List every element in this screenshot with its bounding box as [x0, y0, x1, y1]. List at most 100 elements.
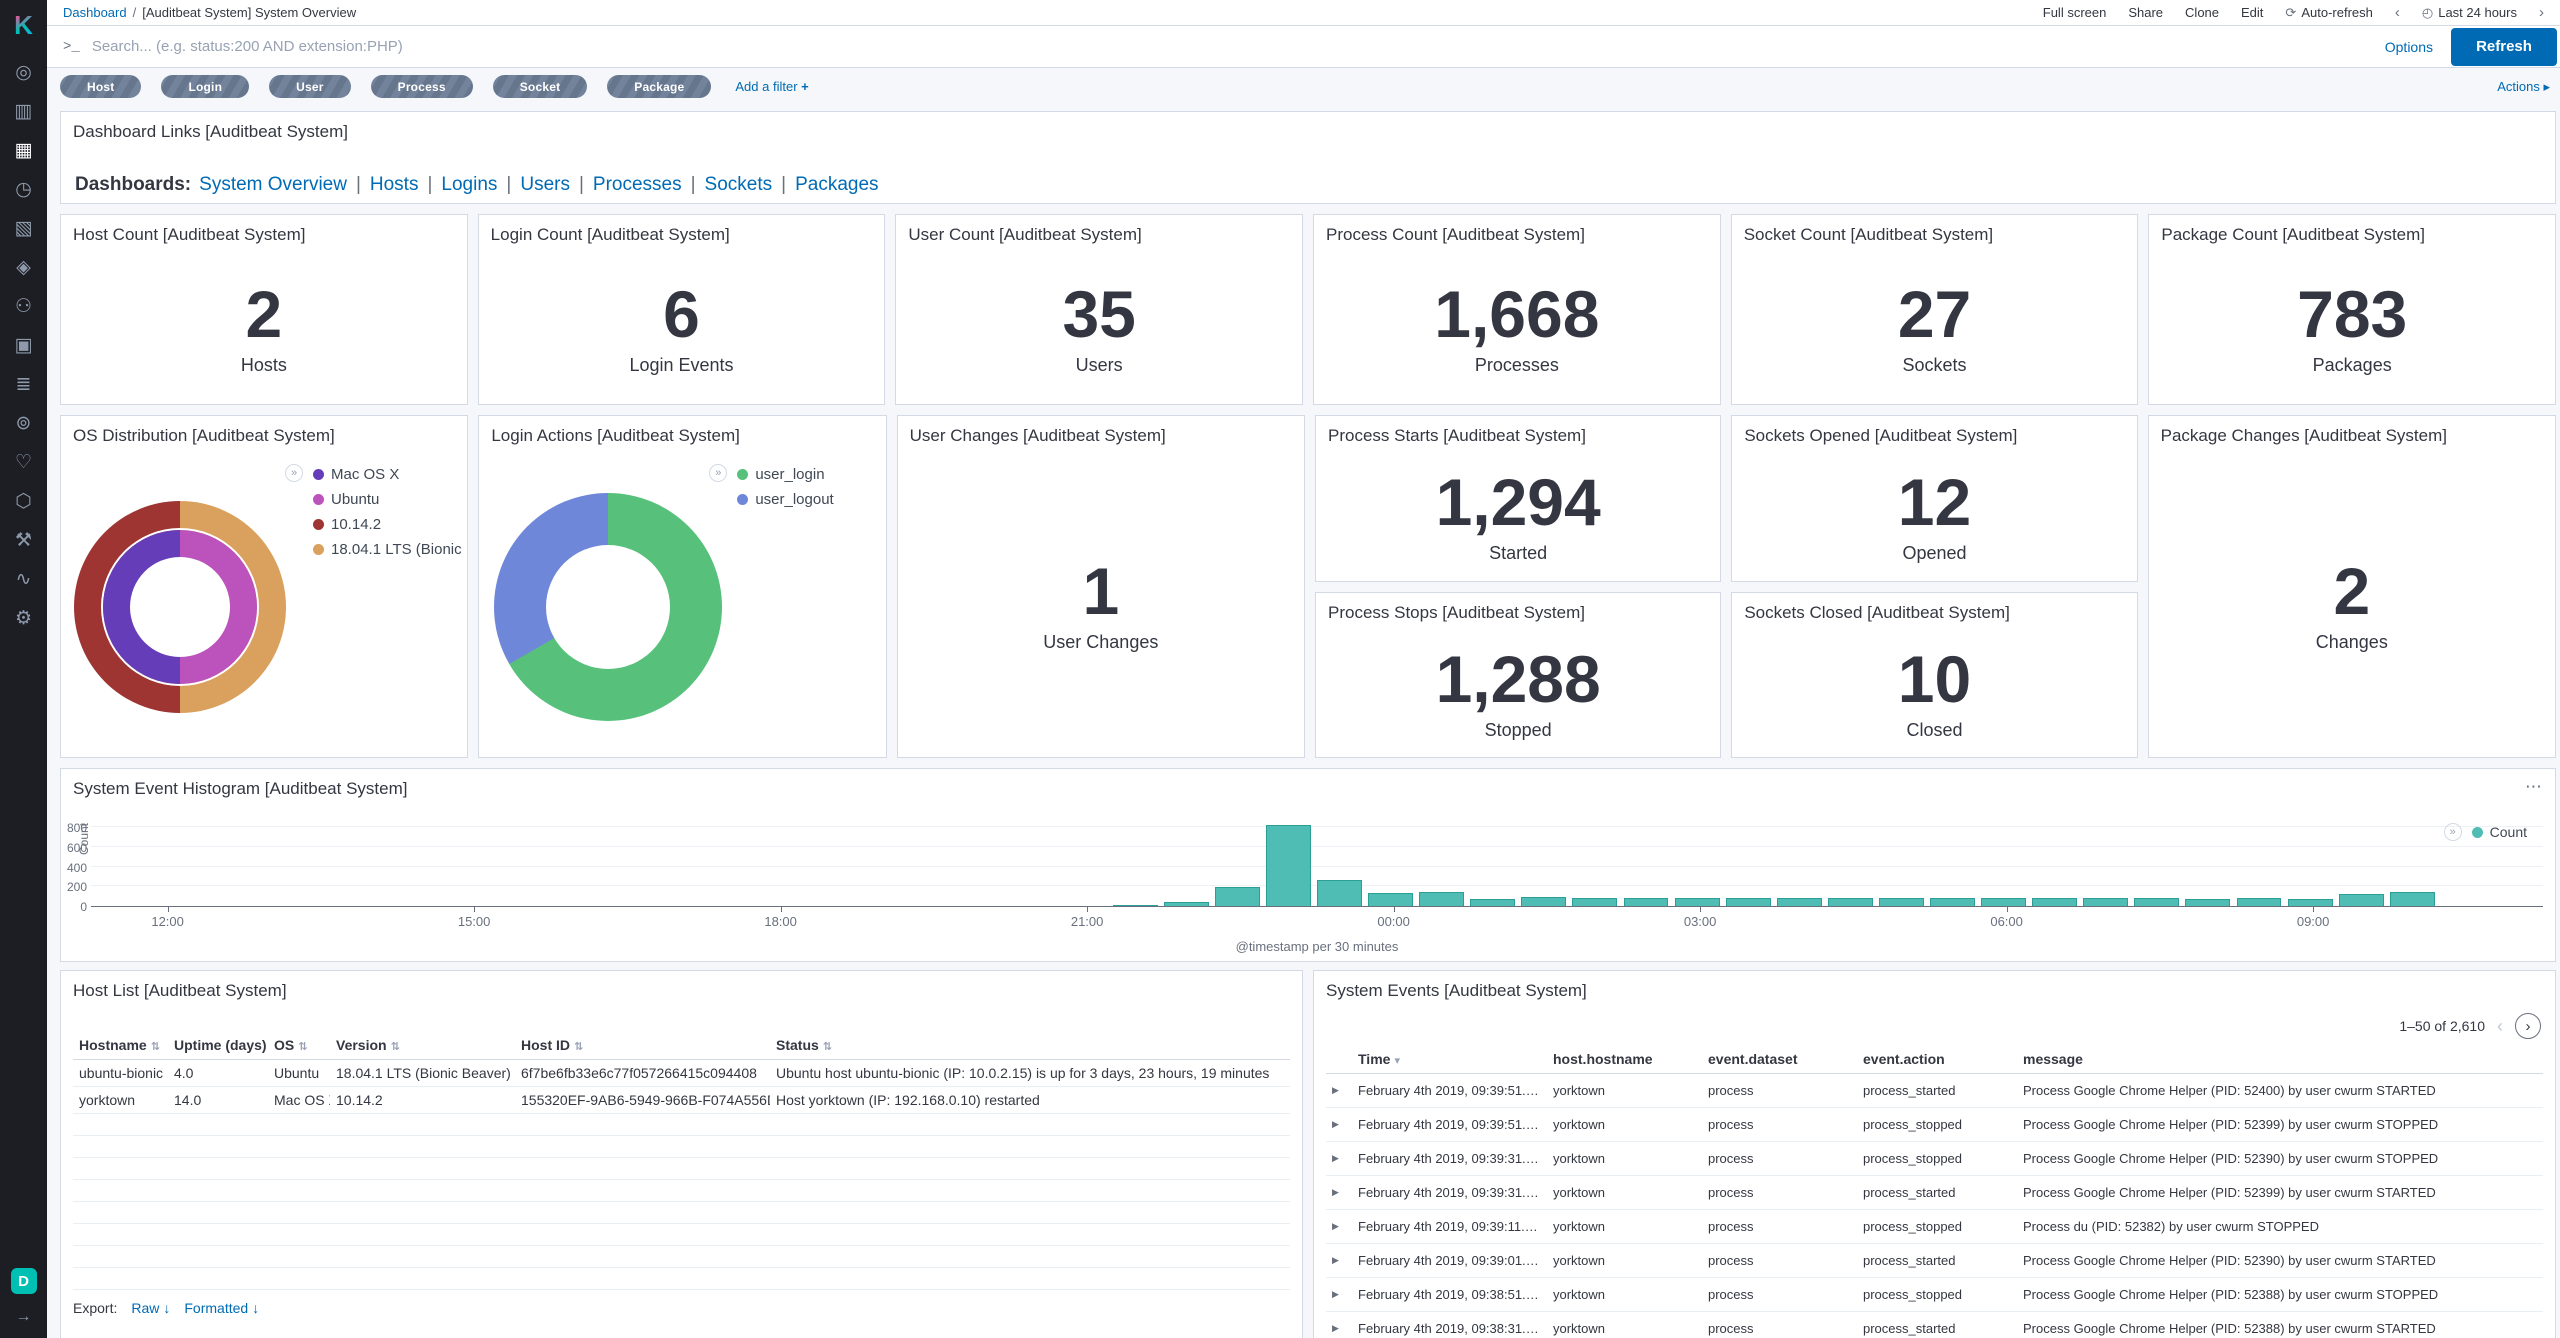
table-row[interactable]: ▶February 4th 2019, 09:39:11.198yorktown…: [1326, 1210, 2543, 1244]
histogram-bar[interactable]: [1470, 899, 1515, 906]
histogram-bar[interactable]: [1572, 898, 1617, 906]
sidebar-item-timelion-icon[interactable]: ◷: [0, 170, 47, 209]
auto-refresh-button[interactable]: ⟳ Auto-refresh: [2285, 5, 2372, 21]
expand-row-button[interactable]: ▶: [1326, 1176, 1352, 1210]
column-header-version[interactable]: Version⇅: [330, 1033, 515, 1060]
space-avatar[interactable]: D: [11, 1268, 37, 1294]
breadcrumb-dashboard[interactable]: Dashboard: [63, 5, 127, 20]
histogram-bar[interactable]: [1215, 887, 1260, 906]
histogram-bar[interactable]: [2032, 898, 2077, 906]
expand-row-button[interactable]: ▶: [1326, 1108, 1352, 1142]
filter-pill-login[interactable]: Login: [161, 75, 249, 98]
column-header-hostname[interactable]: Hostname⇅: [73, 1033, 168, 1060]
sidebar-item-visualize-icon[interactable]: ▥: [0, 92, 47, 131]
table-row[interactable]: ubuntu-bionic4.0Ubuntu18.04.1 LTS (Bioni…: [73, 1060, 1290, 1087]
table-row[interactable]: ▶February 4th 2019, 09:39:51.199yorktown…: [1326, 1074, 2543, 1108]
sidebar-item-uptime-icon[interactable]: ♡: [0, 443, 47, 482]
legend-toggle-icon[interactable]: »: [285, 464, 303, 482]
expand-row-button[interactable]: ▶: [1326, 1142, 1352, 1176]
histogram-bar[interactable]: [1675, 898, 1720, 906]
histogram-bar[interactable]: [1266, 825, 1311, 906]
legend-item[interactable]: 10.14.2: [313, 516, 463, 533]
table-row[interactable]: ▶February 4th 2019, 09:39:31.199yorktown…: [1326, 1142, 2543, 1176]
histogram-bar[interactable]: [1879, 898, 1924, 906]
histogram-bar[interactable]: [1368, 893, 1413, 906]
panel-menu-icon[interactable]: ⋯: [2525, 777, 2543, 797]
table-row[interactable]: ▶February 4th 2019, 09:38:51.197yorktown…: [1326, 1278, 2543, 1312]
dashboard-link-processes[interactable]: Processes: [593, 174, 682, 195]
column-header-os[interactable]: OS⇅: [268, 1033, 330, 1060]
share-button[interactable]: Share: [2128, 5, 2163, 20]
histogram-bar[interactable]: [1828, 898, 1873, 906]
histogram-bar[interactable]: [2185, 899, 2230, 906]
dashboard-link-sockets[interactable]: Sockets: [705, 174, 773, 195]
histogram-bar[interactable]: [1726, 898, 1771, 906]
clone-button[interactable]: Clone: [2185, 5, 2219, 20]
histogram-bar[interactable]: [2390, 892, 2435, 906]
sidebar-item-discover-icon[interactable]: ◎: [0, 53, 47, 92]
sidebar-item-apm-icon[interactable]: ⊚: [0, 404, 47, 443]
page-next-button[interactable]: ›: [2515, 1013, 2541, 1039]
time-range-button[interactable]: ◴ Last 24 hours: [2422, 5, 2517, 21]
histogram-bar[interactable]: [1777, 898, 1822, 906]
expand-row-button[interactable]: ▶: [1326, 1210, 1352, 1244]
column-header-event-action[interactable]: event.action: [1857, 1047, 2017, 1074]
table-row[interactable]: ▶February 4th 2019, 09:39:01.196yorktown…: [1326, 1244, 2543, 1278]
sidebar-item-machine-learning-icon[interactable]: ⚇: [0, 287, 47, 326]
legend-item[interactable]: Count: [2472, 824, 2527, 840]
kibana-logo[interactable]: K: [14, 10, 33, 41]
dashboard-link-users[interactable]: Users: [520, 174, 570, 195]
table-row[interactable]: ▶February 4th 2019, 09:38:31.195yorktown…: [1326, 1312, 2543, 1338]
histogram-bar[interactable]: [2134, 898, 2179, 906]
column-header-host-hostname[interactable]: host.hostname: [1547, 1047, 1702, 1074]
table-row[interactable]: ▶February 4th 2019, 09:39:31.199yorktown…: [1326, 1176, 2543, 1210]
dashboard-link-packages[interactable]: Packages: [795, 174, 878, 195]
filter-pill-user[interactable]: User: [269, 75, 350, 98]
legend-item[interactable]: user_login: [737, 466, 833, 483]
filter-actions-button[interactable]: Actions ▸: [2497, 79, 2550, 95]
refresh-button[interactable]: Refresh: [2451, 28, 2557, 66]
histogram-bar[interactable]: [1317, 880, 1362, 906]
sidebar-item-monitoring-icon[interactable]: ∿: [0, 560, 47, 599]
time-forward-button[interactable]: ›: [2539, 4, 2544, 21]
filter-pill-host[interactable]: Host: [60, 75, 141, 98]
legend-item[interactable]: Ubuntu: [313, 491, 463, 508]
legend-item[interactable]: Mac OS X: [313, 466, 463, 483]
search-input[interactable]: [92, 38, 2385, 55]
dashboard-link-logins[interactable]: Logins: [441, 174, 497, 195]
histogram-bar[interactable]: [1624, 898, 1669, 906]
column-header-message[interactable]: message: [2017, 1047, 2543, 1074]
edit-button[interactable]: Edit: [2241, 5, 2263, 20]
sidebar-item-graph-icon[interactable]: ⬡: [0, 482, 47, 521]
sidebar-item-management-icon[interactable]: ⚙: [0, 599, 47, 638]
export-raw-link[interactable]: Raw↓: [131, 1300, 170, 1316]
expand-row-button[interactable]: ▶: [1326, 1278, 1352, 1312]
dashboard-link-system-overview[interactable]: System Overview: [199, 174, 347, 195]
column-header-event-dataset[interactable]: event.dataset: [1702, 1047, 1857, 1074]
full-screen-button[interactable]: Full screen: [2043, 5, 2107, 20]
histogram-bar[interactable]: [1521, 897, 1566, 906]
expand-row-button[interactable]: ▶: [1326, 1074, 1352, 1108]
collapse-nav-icon[interactable]: →: [16, 1308, 32, 1326]
histogram-bar[interactable]: [2237, 898, 2282, 906]
histogram-bar[interactable]: [1164, 902, 1209, 906]
sidebar-item-logs-icon[interactable]: ≣: [0, 365, 47, 404]
sidebar-item-dashboard-icon[interactable]: ▦: [0, 131, 47, 170]
table-row[interactable]: yorktown14.0Mac OS X10.14.2155320EF-9AB6…: [73, 1087, 1290, 1114]
page-prev-button[interactable]: ‹: [2497, 1016, 2503, 1037]
table-row[interactable]: ▶February 4th 2019, 09:39:51.199yorktown…: [1326, 1108, 2543, 1142]
histogram-bar[interactable]: [1981, 898, 2026, 906]
filter-pill-socket[interactable]: Socket: [493, 75, 588, 98]
time-back-button[interactable]: ‹: [2395, 4, 2400, 21]
sidebar-item-canvas-icon[interactable]: ▧: [0, 209, 47, 248]
column-header-uptime-days[interactable]: Uptime (days)⇅: [168, 1033, 268, 1060]
filter-pill-process[interactable]: Process: [371, 75, 473, 98]
histogram-bar[interactable]: [1113, 905, 1158, 906]
export-formatted-link[interactable]: Formatted↓: [184, 1300, 259, 1316]
legend-toggle-icon[interactable]: »: [709, 464, 727, 482]
legend-item[interactable]: user_logout: [737, 491, 833, 508]
histogram-bar[interactable]: [1930, 898, 1975, 906]
expand-row-button[interactable]: ▶: [1326, 1244, 1352, 1278]
histogram-bar[interactable]: [2339, 894, 2384, 906]
expand-row-button[interactable]: ▶: [1326, 1312, 1352, 1338]
